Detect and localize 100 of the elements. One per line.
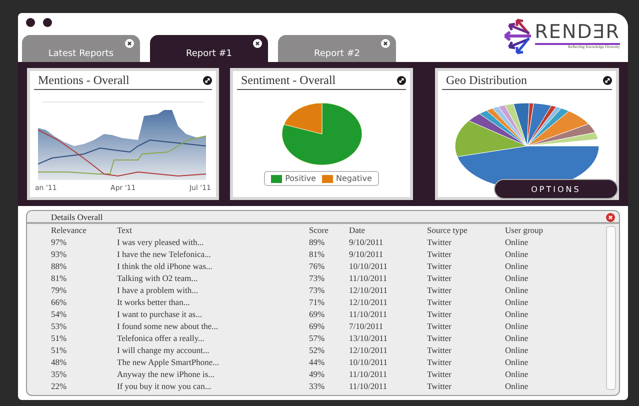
table-cell-text: It works better than... xyxy=(117,297,191,307)
table-cell-text: Anyway the new iPhone is... xyxy=(117,369,216,379)
scrollbar[interactable] xyxy=(606,226,616,390)
table-cell-text: 12/10/2011 xyxy=(349,297,388,307)
table-cell-text: Twitter xyxy=(427,333,452,343)
legend-label: Positive xyxy=(285,174,316,183)
panel-title: Sentiment - Overall xyxy=(241,73,336,88)
table-cell-text: Online xyxy=(505,381,530,391)
column-header: Date xyxy=(349,225,366,235)
table-cell-text: 73% xyxy=(309,285,326,295)
table-cell-text: Twitter xyxy=(427,297,452,307)
table-cell-text: I think the old iPhone was... xyxy=(117,261,214,271)
table-cell-text: Online xyxy=(505,273,530,283)
options-button[interactable]: OPTIONS xyxy=(494,179,618,199)
table-cell-text: 69% xyxy=(309,309,326,319)
table-cell-text: 49% xyxy=(309,369,326,379)
table-cell-text: Online xyxy=(505,321,530,331)
table-cell-text: 73% xyxy=(309,273,326,283)
table-cell-text: 88% xyxy=(51,261,68,271)
table-cell-text: 69% xyxy=(309,321,326,331)
table-cell-text: 71% xyxy=(309,297,326,307)
table-cell-text: The new Apple SmartPhone... xyxy=(117,357,220,367)
table-cell-text: Online xyxy=(505,261,530,271)
table-cell-text: 81% xyxy=(309,249,326,259)
table-cell-text: Twitter xyxy=(427,345,452,355)
legend-label: Negative xyxy=(336,174,372,183)
panel-title: Geo Distribution xyxy=(446,73,527,88)
details-title: Details Overall xyxy=(51,212,103,222)
table-cell-text: Twitter xyxy=(427,261,452,271)
table-cell-text: 57% xyxy=(309,333,326,343)
table-cell-text: Online xyxy=(505,333,530,343)
table-cell-text: I will change my account... xyxy=(117,345,210,355)
table-cell-text: 51% xyxy=(51,345,68,355)
table-cell-text: Twitter xyxy=(427,381,452,391)
column-header: Source type xyxy=(427,225,468,235)
table-cell-text: Twitter xyxy=(427,249,452,259)
table-cell-text: 76% xyxy=(309,261,326,271)
table-cell-text: 10/10/2011 xyxy=(349,357,388,367)
table-cell-text: 35% xyxy=(51,369,68,379)
table-cell-text: 93% xyxy=(51,249,68,259)
table-cell-text: Talking with O2 team... xyxy=(117,273,199,283)
expand-icon[interactable] xyxy=(203,76,212,85)
table-cell-text: Twitter xyxy=(427,309,452,319)
table-cell-text: Twitter xyxy=(427,237,452,247)
table-cell-text: 12/10/2011 xyxy=(349,345,388,355)
table-cell-text: Online xyxy=(505,309,530,319)
table-cell-text: 9/10/2011 xyxy=(349,249,384,259)
table-cell-text: 10/10/2011 xyxy=(349,261,388,271)
table-cell-text: Twitter xyxy=(427,321,452,331)
table-cell-text: Online xyxy=(505,345,530,355)
table-cell-text: Online xyxy=(505,297,530,307)
table-cell-text: 44% xyxy=(309,357,326,367)
table-cell-text: 79% xyxy=(51,285,68,295)
close-icon[interactable] xyxy=(381,39,390,48)
table-cell-text: 11/10/2011 xyxy=(349,369,388,379)
table-cell-text: Twitter xyxy=(427,285,452,295)
panel-title: Mentions - Overall xyxy=(38,73,130,88)
table-cell-text: 11/10/2011 xyxy=(349,309,388,319)
column-header: Text xyxy=(117,225,133,235)
table-cell-text: 81% xyxy=(51,273,68,283)
close-icon[interactable] xyxy=(125,39,134,48)
table-cell-text: 51% xyxy=(51,333,68,343)
logo-text: RENDƎR xyxy=(534,22,620,45)
table-cell-text: Telefonica offer a really... xyxy=(117,333,206,343)
close-icon[interactable] xyxy=(253,39,262,48)
table-cell-text: 97% xyxy=(51,237,68,247)
table-cell-text: 89% xyxy=(309,237,326,247)
table-cell-text: 48% xyxy=(51,357,68,367)
table-cell-text: Twitter xyxy=(427,369,452,379)
table-cell-text: I want to purchase it as... xyxy=(117,309,203,319)
table-cell-text: Online xyxy=(505,357,530,367)
table-cell-text: 9/10/2011 xyxy=(349,237,384,247)
table-cell-text: I was very pleased with... xyxy=(117,237,205,247)
table-cell-text: If you buy it now you can... xyxy=(117,381,212,391)
table-cell-text: Online xyxy=(505,369,530,379)
expand-icon[interactable] xyxy=(397,76,406,85)
table-cell-text: 13/10/2011 xyxy=(349,333,388,343)
table-cell-text: 33% xyxy=(309,381,326,391)
table-cell-text: 11/10/2011 xyxy=(349,273,388,283)
table-cell-text: Online xyxy=(505,249,530,259)
table-cell-text: Twitter xyxy=(427,273,452,283)
table-cell-text: I found some new about the... xyxy=(117,321,220,331)
table-cell-text: 12/10/2011 xyxy=(349,285,388,295)
column-header: User group xyxy=(505,225,544,235)
table-cell-text: 52% xyxy=(309,345,326,355)
table-cell-text: 54% xyxy=(51,309,68,319)
expand-icon[interactable] xyxy=(603,76,612,85)
table-cell-text: I have the new Telefonica... xyxy=(117,249,212,259)
table-cell-text: 66% xyxy=(51,297,68,307)
report-tab[interactable]: Report #1 xyxy=(150,35,268,62)
table-cell-text: 11/10/2011 xyxy=(349,381,388,391)
table-cell-text: 22% xyxy=(51,381,68,391)
table-cell-text: 7/10/2011 xyxy=(349,321,384,331)
column-header: Relevance xyxy=(51,225,88,235)
table-cell-text: 53% xyxy=(51,321,68,331)
table-cell-text: I have a problem with... xyxy=(117,285,199,295)
table-cell-text: Twitter xyxy=(427,357,452,367)
table-cell-text: Online xyxy=(505,285,530,295)
column-header: Score xyxy=(309,225,330,235)
table-cell-text: Online xyxy=(505,237,530,247)
